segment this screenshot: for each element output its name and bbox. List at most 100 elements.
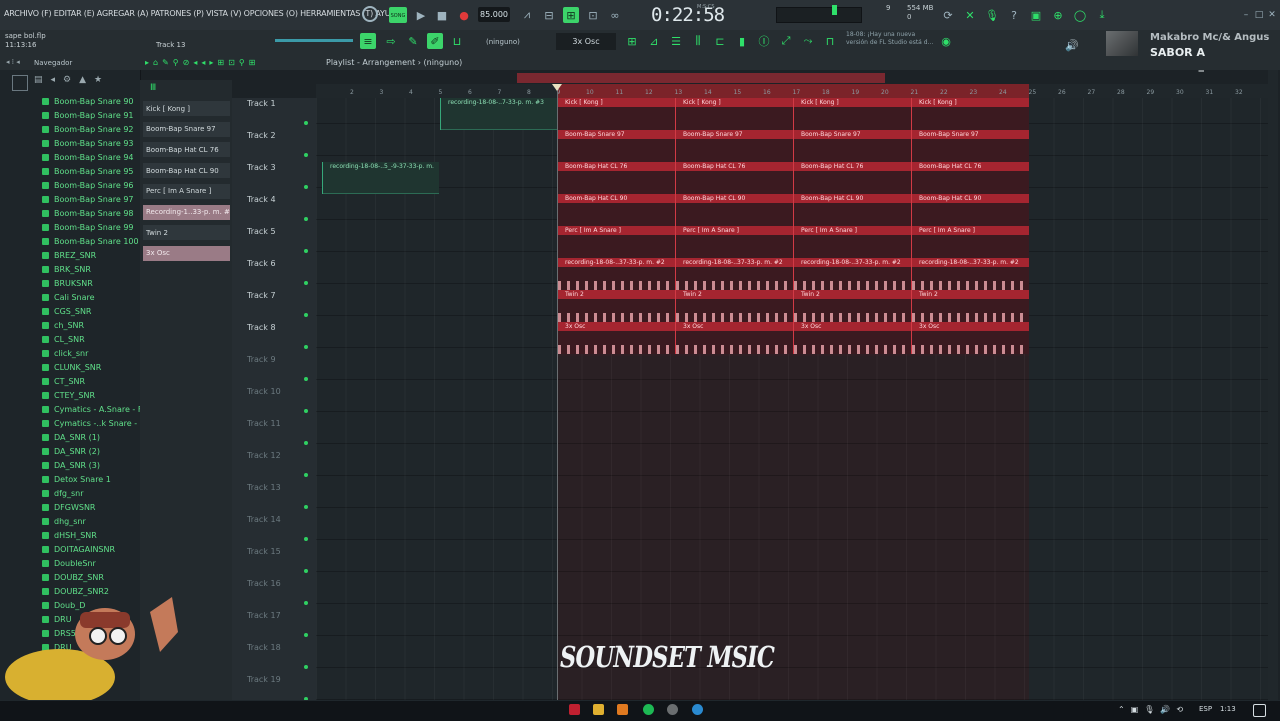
browser-item[interactable]: Boom-Bap Snare 94 [42, 150, 134, 164]
browser-item[interactable]: Boom-Bap Snare 93 [42, 136, 134, 150]
picker-item[interactable]: 3x Osc [143, 245, 230, 261]
picker-item[interactable]: Perc [ Im A Snare ] [143, 183, 230, 199]
browser-item[interactable]: Cali Snare [42, 290, 95, 304]
audio-clip[interactable]: recording-18-08-..7-33-p. m. #3 [440, 98, 557, 130]
loop-record-icon[interactable]: ∞ [607, 7, 623, 23]
pattern-clip[interactable]: Twin 2 [911, 290, 1029, 322]
blend-notes-icon[interactable]: ⊡ [585, 7, 601, 23]
pattern-clip[interactable]: Boom-Bap Hat CL 90 [793, 194, 911, 226]
fl-studio-icon[interactable] [617, 704, 628, 715]
mixer-icon[interactable]: ✕ [962, 7, 978, 23]
browser-item[interactable]: DoubleSnr [42, 556, 96, 570]
browser-item[interactable]: CL_SNR [42, 332, 85, 346]
tempo-display[interactable]: 85.000 [478, 7, 510, 22]
current-channel[interactable]: 3x Osc [556, 33, 616, 50]
pattern-song-switch-icon[interactable] [362, 6, 378, 22]
browser-item[interactable]: DOITAGAINSNR [42, 542, 115, 556]
track-name[interactable]: Track 4 [247, 195, 276, 204]
play-icon[interactable]: ▶ [413, 7, 429, 23]
pattern-clip[interactable]: Perc [ Im A Snare ] [911, 226, 1029, 258]
pattern-clip[interactable]: Boom-Bap Snare 97 [675, 130, 793, 162]
pattern-clip[interactable]: Kick [ Kong ] [675, 98, 793, 130]
browser-item[interactable]: Cymatics - A.Snare - F# [42, 402, 149, 416]
clock[interactable]: 1:13 [1220, 705, 1236, 713]
plugin-db-icon[interactable]: ▮ [734, 33, 750, 49]
master-volume-slider[interactable] [275, 39, 353, 42]
browser-item[interactable]: dHSH_SNR [42, 528, 97, 542]
countdown-icon[interactable]: ⊞ [563, 7, 579, 23]
track-mute-led[interactable] [304, 601, 308, 605]
time-selection[interactable] [517, 73, 885, 83]
track-name[interactable]: Track 15 [247, 547, 281, 556]
pattern-clip[interactable]: Boom-Bap Hat CL 76 [793, 162, 911, 194]
picker-item[interactable]: Boom-Bap Snare 97 [143, 121, 230, 137]
notifications-icon[interactable] [1253, 704, 1266, 717]
track-name[interactable]: Track 18 [247, 643, 281, 652]
track-name[interactable]: Track 7 [247, 291, 276, 300]
browser-item[interactable]: dhg_snr [42, 514, 86, 528]
playlist-tools[interactable]: ▸⌂✎⚲⊘◂◂▸⊞⊡⚲⊞ [145, 58, 259, 67]
snap-selector[interactable]: (ninguno) [486, 38, 520, 46]
browser-item[interactable]: CT_SNR [42, 374, 85, 388]
stamp-icon[interactable]: ⊔ [449, 33, 465, 49]
pattern-clip[interactable]: Boom-Bap Hat CL 76 [557, 162, 675, 194]
paint-icon[interactable]: ✐ [427, 33, 443, 49]
browser-item[interactable]: Boom-Bap Snare 92 [42, 122, 134, 136]
track-mute-led[interactable] [304, 377, 308, 381]
track-mute-led[interactable] [304, 505, 308, 509]
browser-item[interactable]: Boom-Bap Snare 98 [42, 206, 134, 220]
download-icon[interactable]: ⤓ [1094, 7, 1110, 23]
tray-icons[interactable]: ⌃▣🎙🔊⟲ [1118, 705, 1189, 714]
pattern-clip[interactable]: 3x Osc [675, 322, 793, 354]
pattern-clip[interactable]: 3x Osc [793, 322, 911, 354]
track-mute-led[interactable] [304, 217, 308, 221]
pattern-clip[interactable]: recording-18-08-..37-33-p. m. #2 [557, 258, 675, 290]
wait-input-icon[interactable]: ⊟ [541, 7, 557, 23]
pattern-clip[interactable]: Twin 2 [793, 290, 911, 322]
track-mute-led[interactable] [304, 569, 308, 573]
channel-rack-icon[interactable]: ⊞ [624, 33, 640, 49]
mic-icon[interactable]: 🎙 [984, 7, 1000, 23]
track-mute-led[interactable] [304, 409, 308, 413]
browser-item[interactable]: Boom-Bap Snare 95 [42, 164, 134, 178]
refresh-icon[interactable]: ⟳ [940, 7, 956, 23]
snap-icon[interactable]: ≡ [360, 33, 376, 49]
browser-item[interactable]: Detox Snare 1 [42, 472, 111, 486]
track-mute-led[interactable] [304, 185, 308, 189]
pattern-clip[interactable]: 3x Osc [557, 322, 675, 354]
plugin-icon[interactable]: ▣ [1028, 7, 1044, 23]
track-name[interactable]: Track 16 [247, 579, 281, 588]
browser-item[interactable]: Boom-Bap Snare 91 [42, 108, 134, 122]
track-mute-led[interactable] [304, 665, 308, 669]
language-indicator[interactable]: ESP [1199, 705, 1212, 713]
pattern-clip[interactable]: recording-18-08-..37-33-p. m. #2 [911, 258, 1029, 290]
pattern-clip[interactable]: Perc [ Im A Snare ] [675, 226, 793, 258]
browser-item[interactable]: CLUNK_SNR [42, 360, 101, 374]
picker-item[interactable]: Recording-1..33-p. m. #2 [143, 204, 230, 220]
audio-clip[interactable]: recording-18-08-..5_-9-37-33-p. m. [322, 162, 439, 194]
picker-item[interactable]: Boom-Bap Hat CL 76 [143, 142, 230, 158]
track-name[interactable]: Track 2 [247, 131, 276, 140]
track-mute-led[interactable] [304, 313, 308, 317]
browser-item[interactable]: Boom-Bap Snare 100 [42, 234, 139, 248]
update-hint-sub[interactable]: versión de FL Studio está d... [846, 39, 933, 46]
picker-item[interactable]: Kick [ Kong ] [143, 101, 230, 116]
track-mute-led[interactable] [304, 473, 308, 477]
picker-icon[interactable]: Ⅲ [150, 83, 156, 93]
browser-item[interactable]: BRUKSNR [42, 276, 93, 290]
browser-item[interactable]: ch_SNR [42, 318, 84, 332]
pattern-clip[interactable]: Perc [ Im A Snare ] [557, 226, 675, 258]
spotify-icon[interactable] [643, 704, 654, 715]
browser-item[interactable]: CGS_SNR [42, 304, 91, 318]
pattern-clip[interactable]: Boom-Bap Hat CL 90 [557, 194, 675, 226]
cloud-icon[interactable]: ⊓ [822, 33, 838, 49]
folder-icon[interactable] [593, 704, 604, 715]
record-icon[interactable]: ● [456, 7, 472, 23]
pattern-clip[interactable]: Kick [ Kong ] [793, 98, 911, 130]
browser-item[interactable]: DFGWSNR [42, 500, 96, 514]
vertical-scrollbar[interactable] [1268, 70, 1278, 700]
browser-item[interactable]: Boom-Bap Snare 99 [42, 220, 134, 234]
help-icon[interactable]: ? [1006, 7, 1022, 23]
pattern-selector[interactable]: Track 13 [156, 41, 185, 49]
browser-icon[interactable]: ⊏ [712, 33, 728, 49]
